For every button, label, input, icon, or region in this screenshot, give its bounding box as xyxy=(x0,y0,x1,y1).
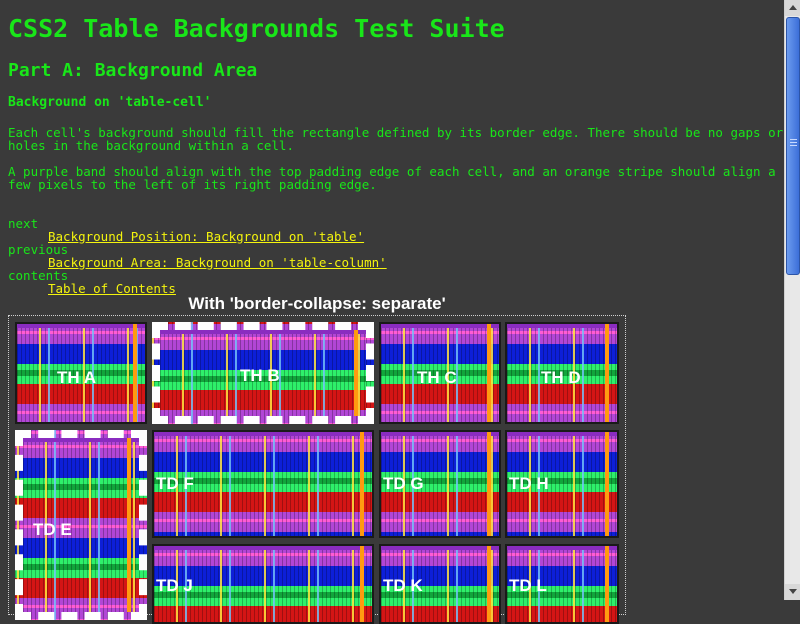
cell-label: TH A xyxy=(57,368,97,387)
page-title: CSS2 Table Backgrounds Test Suite xyxy=(8,14,505,43)
description-paragraph-1: Each cell's background should fill the r… xyxy=(8,125,784,153)
cell-label: TH B xyxy=(240,366,280,385)
cell-th-d: TH D xyxy=(505,322,619,424)
cell-td-j: TD J xyxy=(152,544,374,624)
cell-label: TD H xyxy=(509,474,549,493)
arrow-up-icon xyxy=(789,5,797,10)
cell-th-c: TH C xyxy=(379,322,501,424)
scroll-down-button[interactable] xyxy=(785,584,800,600)
cell-th-b: TH B xyxy=(152,322,374,424)
cell-label: TD L xyxy=(509,576,547,595)
cell-label: TH D xyxy=(541,368,581,387)
part-heading: Part A: Background Area xyxy=(8,60,258,81)
cell-th-a: TH A xyxy=(15,322,147,424)
cell-td-h: TD H xyxy=(505,430,619,538)
cell-td-k: TD K xyxy=(379,544,501,624)
cell-td-g: TD G xyxy=(379,430,501,538)
scroll-up-button[interactable] xyxy=(785,0,800,16)
description-paragraph-2: A purple band should align with the top … xyxy=(8,164,776,192)
cell-td-e: TD E xyxy=(15,430,147,620)
previous-link[interactable]: Background Area: Background on 'table-co… xyxy=(48,255,387,270)
table-caption: With 'border-collapse: separate' xyxy=(188,294,446,313)
cell-label: TD J xyxy=(156,576,193,595)
scrollbar-thumb[interactable] xyxy=(786,17,800,275)
section-heading: Background on 'table-cell' xyxy=(8,95,212,110)
arrow-down-icon xyxy=(789,589,797,594)
test-table: TH A TH B TH C TH D TD E TD F TD G TD H … xyxy=(8,315,626,624)
cell-label: TD F xyxy=(156,474,194,493)
vertical-scrollbar[interactable] xyxy=(784,0,800,600)
cell-td-l: TD L xyxy=(505,544,619,624)
cell-label: TD G xyxy=(383,474,424,493)
cell-label: TD E xyxy=(33,520,72,539)
next-link[interactable]: Background Position: Background on 'tabl… xyxy=(48,229,364,244)
cell-label: TD K xyxy=(383,576,423,595)
cell-td-f: TD F xyxy=(152,430,374,538)
cell-label: TH C xyxy=(417,368,457,387)
navigation-list: next Background Position: Background on … xyxy=(8,217,387,295)
